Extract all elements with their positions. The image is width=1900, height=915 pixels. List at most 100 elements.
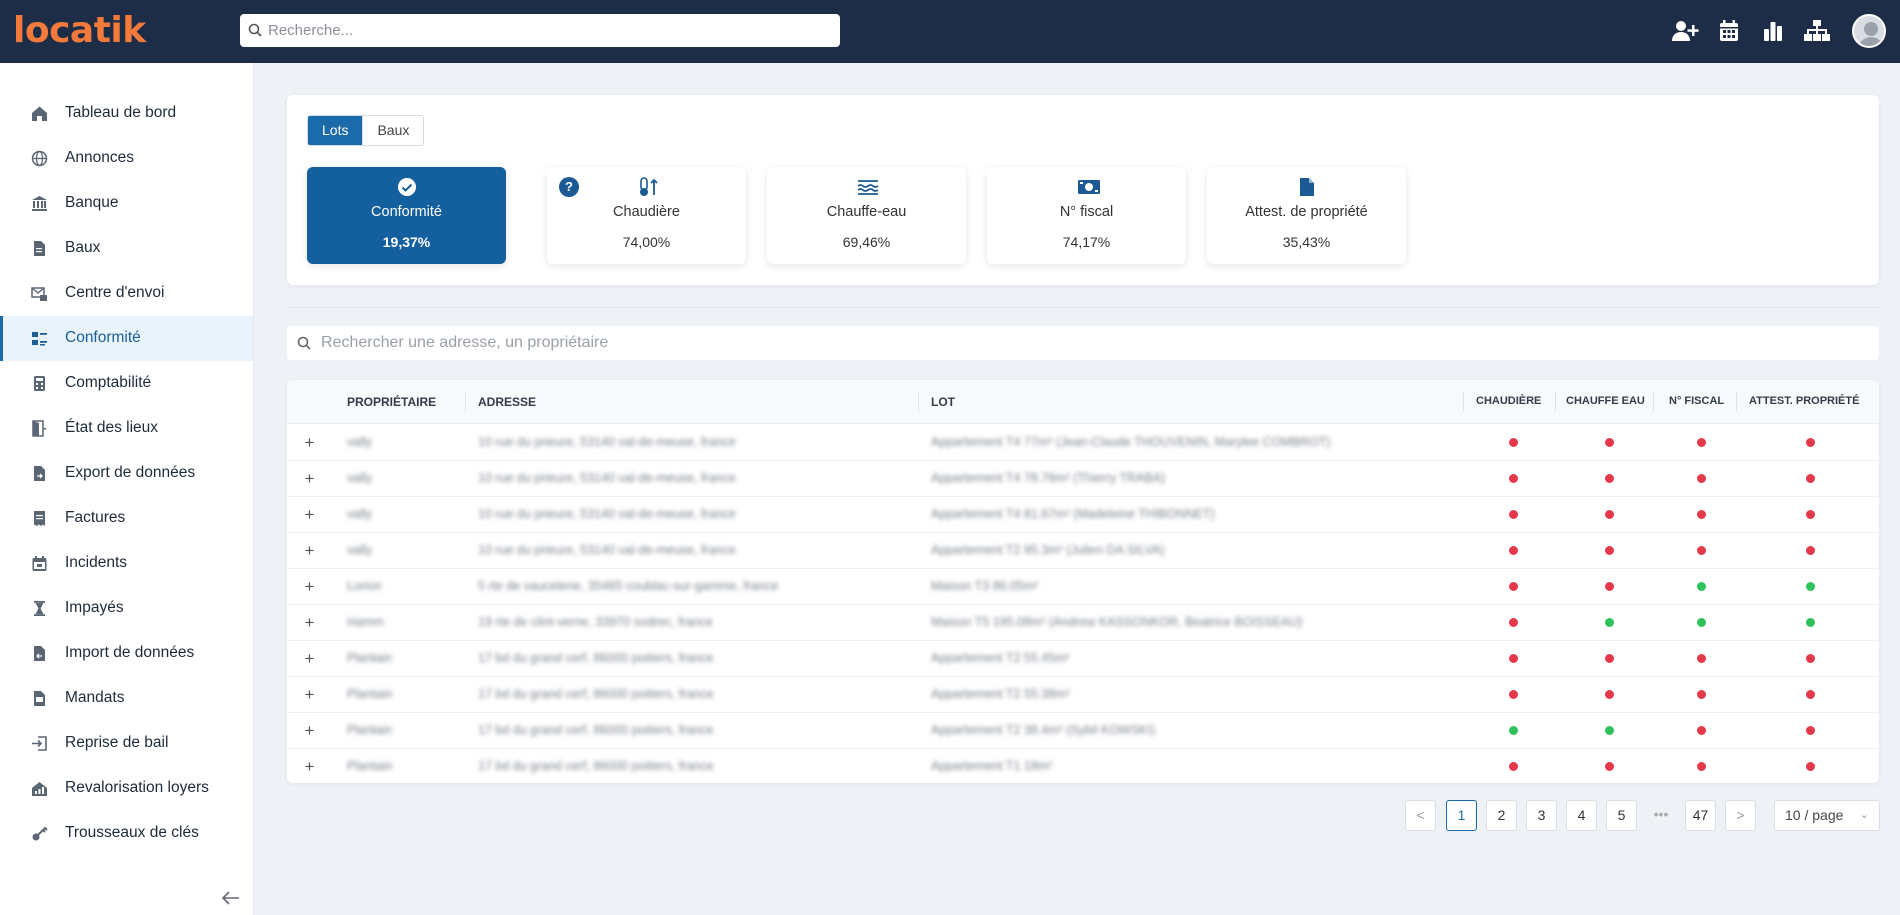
sidebar-item-13[interactable]: Mandats <box>0 676 253 721</box>
sidebar-item-label: Import de données <box>65 644 195 661</box>
org-chart-icon[interactable] <box>1802 16 1832 46</box>
stat-value: 69,46% <box>842 234 891 250</box>
page-button-1[interactable]: 1 <box>1446 800 1477 831</box>
table-row: + Plantain 17 bd du grand cerf, 86000 po… <box>287 749 1879 783</box>
column-header-ownership[interactable]: ATTEST. PROPRIÉTÉ <box>1749 395 1859 407</box>
table-row: + Plantain 17 bd du grand cerf, 86000 po… <box>287 677 1879 713</box>
column-header-tax-number[interactable]: N° FISCAL <box>1669 395 1724 407</box>
expand-row-icon[interactable]: + <box>301 722 318 739</box>
water-heater-status-dot <box>1605 654 1614 663</box>
stat-card-2[interactable]: Chauffe-eau 69,46% <box>767 167 966 264</box>
sidebar-item-12[interactable]: Import de données <box>0 631 253 676</box>
app-logo[interactable]: locatik <box>13 10 146 51</box>
tax-number-status-dot <box>1697 438 1706 447</box>
boiler-status-dot <box>1509 582 1518 591</box>
expand-row-icon[interactable]: + <box>301 614 318 631</box>
user-avatar[interactable] <box>1852 14 1886 48</box>
boiler-status-dot <box>1509 546 1518 555</box>
boiler-status-dot <box>1509 438 1518 447</box>
column-header-owner[interactable]: PROPRIÉTAIRE <box>347 395 436 409</box>
stat-card-4[interactable]: Attest. de propriété 35,43% <box>1207 167 1406 264</box>
address-cell: 10 rue du prieure, 53140 val-de-meuse, f… <box>478 435 736 449</box>
house-chart-icon <box>31 780 48 797</box>
sidebar-item-5[interactable]: Conformité <box>0 316 253 361</box>
sidebar-item-16[interactable]: Trousseaux de clés <box>0 811 253 856</box>
stat-card-0[interactable]: Conformité 19,37% <box>307 167 506 264</box>
expand-row-icon[interactable]: + <box>301 542 318 559</box>
stat-label: N° fiscal <box>1059 204 1114 220</box>
tab-lots[interactable]: Lots <box>308 116 363 145</box>
expand-row-icon[interactable]: + <box>301 578 318 595</box>
sidebar-item-3[interactable]: Baux <box>0 226 253 271</box>
page-size-select[interactable]: 10 / page ⌄ <box>1774 800 1880 831</box>
sidebar-item-4[interactable]: Centre d'envoi <box>0 271 253 316</box>
expand-row-icon[interactable]: + <box>301 434 318 451</box>
tab-baux[interactable]: Baux <box>362 116 424 145</box>
expand-row-icon[interactable]: + <box>301 650 318 667</box>
page-button-2[interactable]: 2 <box>1486 800 1517 831</box>
address-search-input[interactable] <box>321 326 1821 360</box>
sidebar-item-label: Reprise de bail <box>65 734 169 751</box>
bar-chart-icon[interactable] <box>1758 16 1788 46</box>
hourglass-icon <box>31 600 48 617</box>
sidebar-item-11[interactable]: Impayés <box>0 586 253 631</box>
stat-value: 74,17% <box>1062 234 1111 250</box>
pagination-ellipsis: ••• <box>1653 806 1669 822</box>
sidebar-item-10[interactable]: Incidents <box>0 541 253 586</box>
owner-cell: Plantain <box>347 759 393 773</box>
invoice-icon <box>31 510 48 527</box>
sidebar-item-label: Trousseaux de clés <box>65 824 199 841</box>
sidebar-item-15[interactable]: Revalorisation loyers <box>0 766 253 811</box>
sidebar-item-label: Tableau de bord <box>65 104 177 121</box>
global-search[interactable] <box>240 14 840 47</box>
expand-row-icon[interactable]: + <box>301 470 318 487</box>
collapse-sidebar-icon[interactable] <box>221 891 240 910</box>
next-page-button[interactable]: > <box>1725 800 1756 831</box>
water-heater-status-dot <box>1605 726 1614 735</box>
column-header-address[interactable]: ADRESSE <box>478 395 536 409</box>
table-row: + Plantain 17 bd du grand cerf, 86000 po… <box>287 641 1879 677</box>
page-button-3[interactable]: 3 <box>1526 800 1557 831</box>
expand-row-icon[interactable]: + <box>301 506 318 523</box>
help-icon[interactable]: ? <box>559 177 579 197</box>
boiler-status-dot <box>1509 690 1518 699</box>
expand-row-icon[interactable]: + <box>301 686 318 703</box>
address-search[interactable] <box>287 326 1879 360</box>
column-header-lot[interactable]: LOT <box>931 395 955 409</box>
section-divider <box>287 307 1879 308</box>
page-button-4[interactable]: 4 <box>1566 800 1597 831</box>
stat-card-3[interactable]: N° fiscal 74,17% <box>987 167 1186 264</box>
sidebar-item-1[interactable]: Annonces <box>0 136 253 181</box>
page-button-last[interactable]: 47 <box>1685 800 1716 831</box>
boiler-status-dot <box>1509 726 1518 735</box>
expand-row-icon[interactable]: + <box>301 758 318 775</box>
search-icon <box>297 336 311 350</box>
calendar-icon[interactable] <box>1714 16 1744 46</box>
sidebar-item-2[interactable]: Banque <box>0 181 253 226</box>
add-user-icon[interactable] <box>1670 16 1700 46</box>
globe-icon <box>31 150 48 167</box>
sidebar-item-8[interactable]: Export de données <box>0 451 253 496</box>
lot-cell: Appartement T2 95.3m² (Julien DA SILVA) <box>931 543 1165 557</box>
sidebar-item-9[interactable]: Factures <box>0 496 253 541</box>
door-icon <box>31 420 48 437</box>
global-search-input[interactable] <box>268 14 828 47</box>
file-icon <box>1297 177 1317 197</box>
column-header-water-heater[interactable]: CHAUFFE EAU <box>1566 395 1645 407</box>
sidebar-item-0[interactable]: Tableau de bord <box>0 91 253 136</box>
tax-number-status-dot <box>1697 510 1706 519</box>
sidebar-item-14[interactable]: Reprise de bail <box>0 721 253 766</box>
sidebar-item-label: Mandats <box>65 689 125 706</box>
stat-card-1[interactable]: Chaudière 74,00%? <box>547 167 746 264</box>
sidebar-item-7[interactable]: État des lieux <box>0 406 253 451</box>
page-button-5[interactable]: 5 <box>1606 800 1637 831</box>
sidebar-item-6[interactable]: Comptabilité <box>0 361 253 406</box>
lot-cell: Appartement T2 38.4m² (Sybil KOWSKI) <box>931 723 1156 737</box>
key-icon <box>31 825 48 842</box>
lot-cell: Maison T5 195.08m² (Andrew KASSONKOR, Be… <box>931 615 1303 629</box>
prev-page-button[interactable]: < <box>1405 800 1436 831</box>
column-header-boiler[interactable]: CHAUDIÈRE <box>1476 395 1541 407</box>
water-heater-status-dot <box>1605 546 1614 555</box>
sidebar-item-label: Banque <box>65 194 119 211</box>
tax-number-status-dot <box>1697 690 1706 699</box>
